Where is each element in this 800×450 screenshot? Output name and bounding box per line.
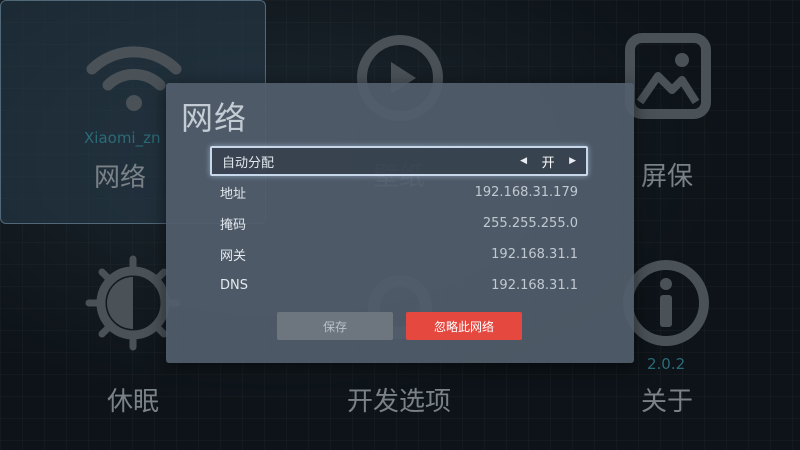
dialog-title: 网络 <box>181 99 248 137</box>
save-button[interactable]: 保存 <box>277 312 393 340</box>
tile-developer-label: 开发选项 <box>346 387 451 417</box>
address-row[interactable]: 地址 192.168.31.179 <box>210 177 588 208</box>
auto-assign-label: 自动分配 <box>222 155 275 171</box>
dns-value: 192.168.31.1 <box>491 278 578 293</box>
network-dialog: 网络 自动分配 ◀ 开 ▶ 地址 192.168.31.179 掩码 255.2… <box>166 83 634 363</box>
image-icon <box>625 33 711 119</box>
arrow-left-icon[interactable]: ◀ <box>520 156 527 166</box>
mask-label: 掩码 <box>220 218 247 233</box>
dns-label: DNS <box>220 278 248 293</box>
gateway-row[interactable]: 网关 192.168.31.1 <box>210 239 588 270</box>
auto-assign-spinner[interactable]: ◀ 开 ▶ <box>520 152 576 171</box>
tile-about-label: 关于 <box>640 387 693 417</box>
gateway-label: 网关 <box>220 249 247 264</box>
tile-sleep-label: 休眠 <box>106 387 159 417</box>
gateway-value: 192.168.31.1 <box>491 247 578 262</box>
forget-network-button[interactable]: 忽略此网络 <box>406 312 522 340</box>
network-ssid: Xiaomi_zn <box>84 129 161 147</box>
auto-assign-value: 开 <box>541 155 555 171</box>
arrow-right-icon[interactable]: ▶ <box>569 156 576 166</box>
dns-row[interactable]: DNS 192.168.31.1 <box>210 270 588 301</box>
address-label: 地址 <box>220 187 247 202</box>
mask-row[interactable]: 掩码 255.255.255.0 <box>210 208 588 239</box>
address-value: 192.168.31.179 <box>474 185 578 200</box>
network-settings-list: 自动分配 ◀ 开 ▶ 地址 192.168.31.179 掩码 255.255.… <box>210 146 588 301</box>
about-version: 2.0.2 <box>647 355 686 373</box>
mask-value: 255.255.255.0 <box>482 216 578 231</box>
dialog-buttons: 保存 忽略此网络 <box>277 312 522 340</box>
auto-assign-row[interactable]: 自动分配 ◀ 开 ▶ <box>210 146 588 176</box>
